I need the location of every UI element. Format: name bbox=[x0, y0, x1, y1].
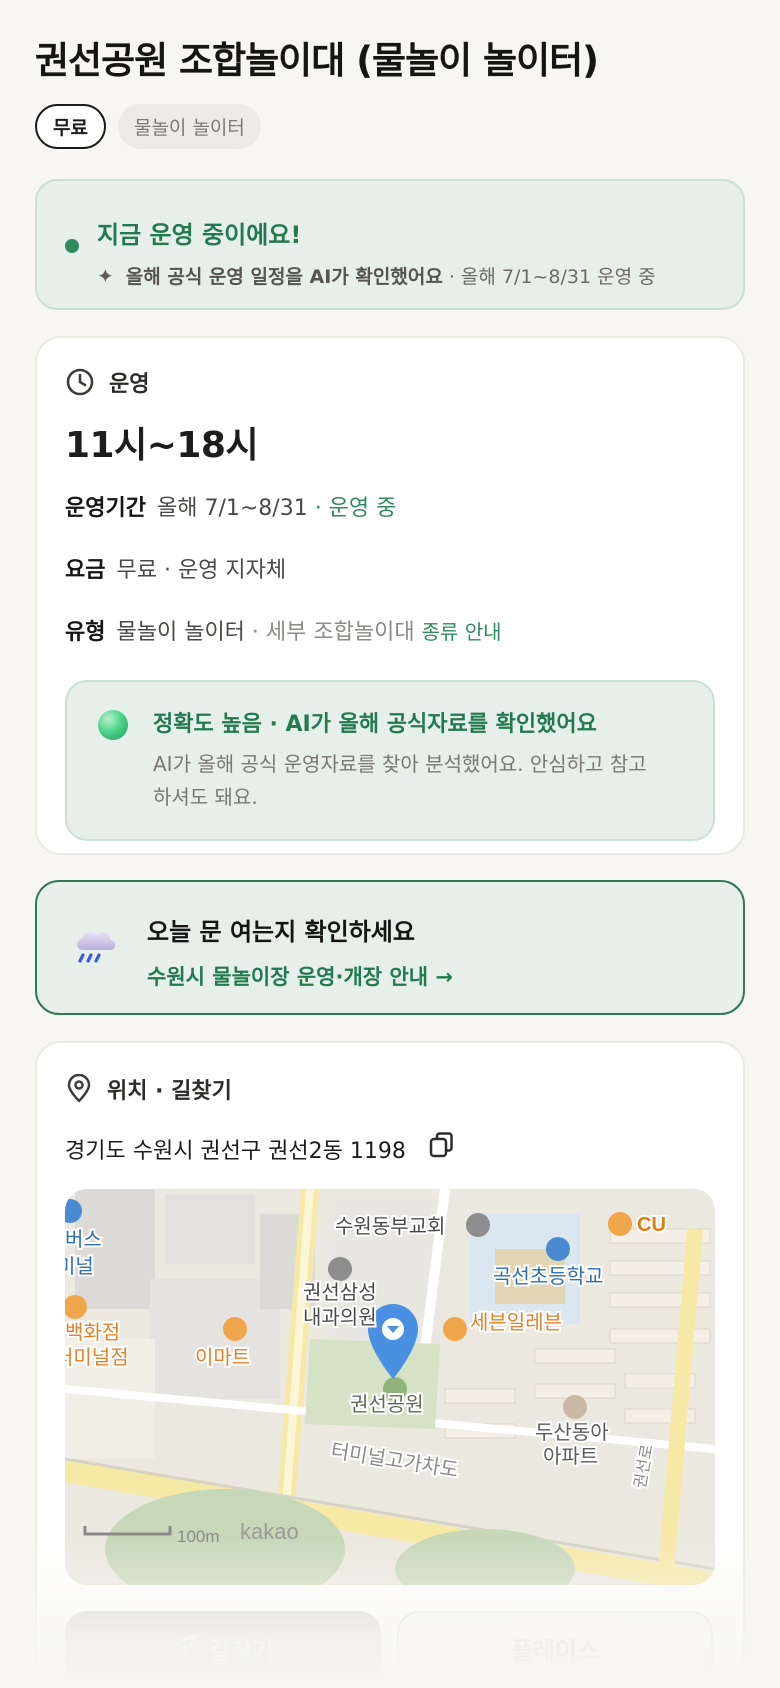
map-label-park: 권선공원 bbox=[350, 1393, 424, 1416]
fee-label: 요금 bbox=[65, 558, 106, 583]
rain-cloud-icon bbox=[73, 926, 119, 972]
clock-icon bbox=[65, 367, 95, 397]
navigate-icon bbox=[172, 1632, 198, 1664]
map-label-dept-1: 백화점 bbox=[65, 1321, 120, 1344]
accuracy-box: 정확도 높음 · AI가 올해 공식자료를 확인했어요 AI가 올해 공식 운영… bbox=[65, 680, 715, 841]
chip-free[interactable]: 무료 bbox=[35, 104, 106, 149]
map-label-school: 곡선초등학교 bbox=[493, 1265, 603, 1288]
map-brand: kakao bbox=[240, 1519, 299, 1544]
accuracy-title: 정확도 높음 · AI가 올해 공식자료를 확인했어요 bbox=[153, 712, 597, 737]
location-header: 위치 · 길찾기 bbox=[65, 1073, 715, 1105]
route-button[interactable]: 길찾기 bbox=[65, 1611, 381, 1679]
period-label: 운영기간 bbox=[65, 496, 146, 521]
type-row: 유형 물놀이 놀이터 · 세부 조합놀이대 종류 안내 bbox=[65, 614, 715, 646]
notice-title: 오늘 문 여는지 확인하세요 bbox=[147, 918, 415, 946]
map-canvas: 수원동부교회 CU 곡선초등학교 버스 미널 권선삼성 내과의원 세븐일레븐 백… bbox=[65, 1189, 715, 1585]
copy-icon[interactable] bbox=[428, 1131, 456, 1167]
accuracy-body: AI가 올해 공식 운영자료를 찾아 분석했어요. 안심하고 참고하셔도 돼요. bbox=[153, 752, 647, 809]
tag-chips: 무료 물놀이 놀이터 bbox=[35, 104, 745, 149]
chip-category[interactable]: 물놀이 놀이터 bbox=[117, 104, 261, 149]
map-label-apt-1: 두산동아 bbox=[535, 1421, 609, 1444]
type-label: 유형 bbox=[65, 620, 106, 645]
operating-hours: 11시~18시 bbox=[65, 425, 259, 466]
operation-header-label: 운영 bbox=[109, 372, 150, 397]
map-buttons: 길찾기 플레이스 bbox=[65, 1611, 715, 1679]
location-pin-icon bbox=[65, 1074, 93, 1104]
status-source: 올해 공식 운영 일정을 AI가 확인했어요 bbox=[125, 266, 443, 288]
operating-status-banner: 지금 운영 중이에요! ✦ 올해 공식 운영 일정을 AI가 확인했어요 · 올… bbox=[35, 179, 745, 310]
period-row: 운영기간 올해 7/1~8/31 · 운영 중 bbox=[65, 490, 715, 522]
map-label-apt-2: 아파트 bbox=[543, 1445, 598, 1468]
operation-header: 운영 bbox=[65, 366, 715, 398]
map-label-church: 수원동부교회 bbox=[335, 1215, 445, 1238]
type-detail: · 세부 조합놀이대 bbox=[251, 620, 415, 645]
period-status: · 운영 중 bbox=[314, 496, 397, 521]
route-button-label: 길찾기 bbox=[207, 1636, 275, 1665]
status-dot-icon bbox=[65, 239, 79, 253]
location-card: 위치 · 길찾기 경기도 수원시 권선구 권선2동 1198 수원동부교회 CU… bbox=[35, 1041, 745, 1681]
map-label-clinic-1: 권선삼성 bbox=[303, 1281, 377, 1304]
map-label-dept-2: 터미널점 bbox=[65, 1346, 129, 1369]
map-label-bus-2: 미널 bbox=[65, 1255, 94, 1278]
map-label-seven: 세븐일레븐 bbox=[470, 1311, 562, 1334]
map-scale-label: 100m bbox=[177, 1527, 220, 1546]
type-guide-link[interactable]: 종류 안내 bbox=[422, 620, 502, 644]
map-label-clinic-2: 내과의원 bbox=[303, 1306, 377, 1329]
location-header-label: 위치 · 길찾기 bbox=[107, 1079, 232, 1104]
status-subtitle: ✦ 올해 공식 운영 일정을 AI가 확인했어요 · 올해 7/1~8/31 운… bbox=[97, 262, 743, 289]
type-value: 물놀이 놀이터 bbox=[116, 620, 245, 645]
open-check-notice[interactable]: 오늘 문 여는지 확인하세요 수원시 물놀이장 운영·개장 안내 → bbox=[35, 880, 745, 1015]
operation-card: 운영 11시~18시 운영기간 올해 7/1~8/31 · 운영 중 요금 무료… bbox=[35, 336, 745, 855]
sparkle-icon: ✦ bbox=[97, 263, 114, 288]
fee-value: 무료 · 운영 지자체 bbox=[116, 558, 287, 583]
place-button[interactable]: 플레이스 bbox=[397, 1611, 713, 1679]
period-value: 올해 7/1~8/31 bbox=[156, 496, 308, 521]
map-view[interactable]: 수원동부교회 CU 곡선초등학교 버스 미널 권선삼성 내과의원 세븐일레븐 백… bbox=[65, 1189, 715, 1585]
notice-link[interactable]: 수원시 물놀이장 운영·개장 안내 → bbox=[147, 961, 743, 991]
map-label-bus-1: 버스 bbox=[65, 1228, 102, 1251]
address-row: 경기도 수원시 권선구 권선2동 1198 bbox=[65, 1131, 715, 1167]
ai-orb-icon bbox=[98, 710, 128, 740]
status-period: · 올해 7/1~8/31 운영 중 bbox=[448, 266, 656, 288]
map-label-cu: CU bbox=[637, 1214, 666, 1236]
address-text: 경기도 수원시 권선구 권선2동 1198 bbox=[65, 1139, 406, 1164]
page-title: 권선공원 조합놀이대 (물놀이 놀이터) bbox=[35, 39, 599, 82]
map-label-emart: 이마트 bbox=[195, 1346, 250, 1369]
status-title: 지금 운영 중이에요! bbox=[97, 221, 302, 249]
fee-row: 요금 무료 · 운영 지자체 bbox=[65, 552, 715, 584]
